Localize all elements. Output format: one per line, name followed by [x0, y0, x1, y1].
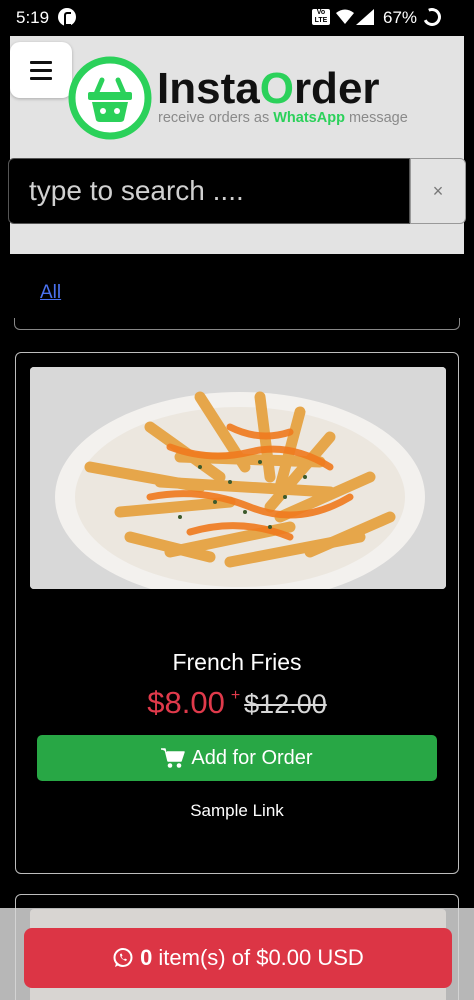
status-bar: 5:19 Vo LTE 67%: [0, 0, 474, 34]
price-plus: +: [230, 687, 241, 704]
close-icon: ×: [432, 180, 444, 201]
status-time: 5:19: [16, 8, 50, 27]
cart-item-count: 0: [140, 945, 153, 970]
header: InstaOrder receive orders as WhatsApp me…: [8, 36, 466, 254]
battery-percent: 67%: [383, 8, 418, 27]
bottom-cart-bar: 0 item(s) of $0.00 USD: [0, 908, 474, 1000]
brand-title: InstaOrder: [157, 64, 380, 113]
add-for-order-button[interactable]: Add for Order: [37, 735, 437, 781]
sample-link[interactable]: Sample Link: [16, 801, 458, 821]
menu-button[interactable]: [10, 42, 72, 98]
wifi-icon: [336, 9, 354, 24]
price-row: $8.00 + $12.00: [16, 685, 458, 721]
cart-icon: [161, 748, 186, 768]
volte-icon: Vo LTE: [312, 9, 330, 25]
clear-search-button[interactable]: ×: [410, 158, 466, 224]
whatsapp-order-button[interactable]: 0 item(s) of $0.00 USD: [24, 928, 452, 988]
product-name: French Fries: [172, 649, 302, 675]
search-box: [8, 158, 410, 224]
french-fries-photo: [30, 367, 446, 589]
brand-tagline: receive orders as WhatsApp message: [158, 110, 408, 126]
battery-icon: [420, 5, 444, 29]
product-card: French Fries $8.00 + $12.00 Add for Order …: [15, 352, 459, 874]
add-for-order-label: Add for Order: [191, 746, 313, 769]
cart-summary-text: item(s) of $0.00 USD: [158, 945, 364, 970]
category-link-all[interactable]: All: [40, 282, 61, 304]
product-price: $8.00: [147, 685, 225, 720]
signal-icon: [356, 9, 374, 25]
category-divider: [14, 318, 460, 330]
product-old-price: $12.00: [244, 689, 327, 719]
basket-logo-icon: [68, 56, 152, 140]
product-image[interactable]: [30, 367, 446, 589]
hamburger-icon: [30, 60, 52, 64]
whatsapp-icon: [113, 948, 133, 967]
search-input[interactable]: [9, 159, 409, 223]
app-notification-icon: [58, 8, 76, 26]
